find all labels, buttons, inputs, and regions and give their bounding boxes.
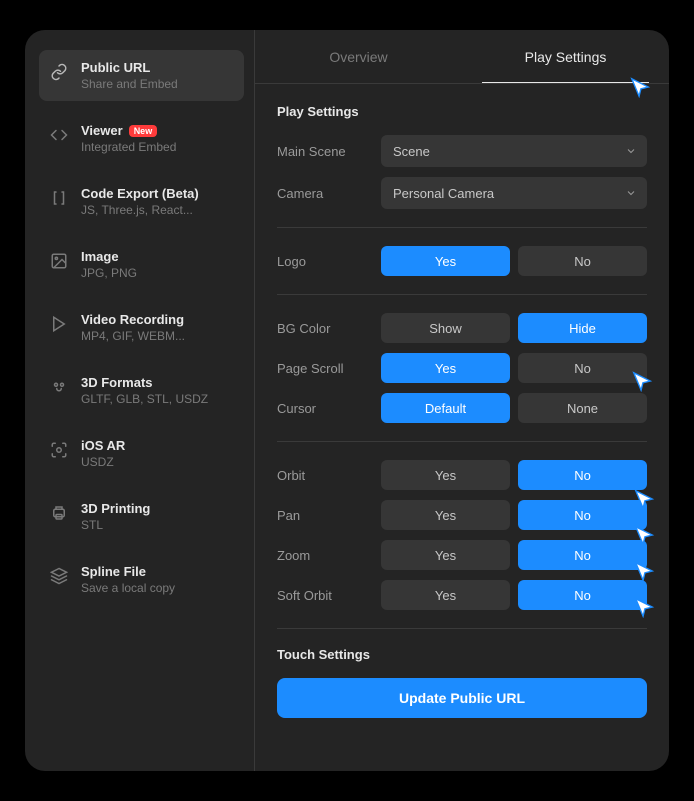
row-bg-color: BG Color Show Hide xyxy=(277,313,647,343)
row-zoom: Zoom Yes No xyxy=(277,540,647,570)
section-title-play-settings: Play Settings xyxy=(277,104,647,119)
toggle-pan: Yes No xyxy=(381,500,647,530)
divider xyxy=(277,441,647,442)
row-logo: Logo Yes No xyxy=(277,246,647,276)
toggle-zoom: Yes No xyxy=(381,540,647,570)
sidebar-item-label: 3D Formats xyxy=(81,375,208,390)
sidebar-item-label: Code Export (Beta) xyxy=(81,186,199,201)
tab-overview[interactable]: Overview xyxy=(255,30,462,83)
printer-icon xyxy=(49,503,69,523)
label-camera: Camera xyxy=(277,186,381,201)
toggle-orbit-no[interactable]: No xyxy=(518,460,647,490)
main-panel: Overview Play Settings Play Settings Mai… xyxy=(255,30,669,771)
chevron-down-icon xyxy=(625,187,637,199)
toggle-soft-orbit-no[interactable]: No xyxy=(518,580,647,610)
row-page-scroll: Page Scroll Yes No xyxy=(277,353,647,383)
sidebar-item-code-export[interactable]: Code Export (Beta) JS, Three.js, React..… xyxy=(39,176,244,227)
tabs: Overview Play Settings xyxy=(255,30,669,84)
toggle-pan-no[interactable]: No xyxy=(518,500,647,530)
sidebar-item-label: Spline File xyxy=(81,564,175,579)
toggle-scroll-yes[interactable]: Yes xyxy=(381,353,510,383)
sidebar-item-label: Video Recording xyxy=(81,312,185,327)
divider xyxy=(277,227,647,228)
toggle-logo-no[interactable]: No xyxy=(518,246,647,276)
3d-icon xyxy=(49,377,69,397)
sidebar-item-label: Image xyxy=(81,249,137,264)
toggle-logo-yes[interactable]: Yes xyxy=(381,246,510,276)
toggle-zoom-no[interactable]: No xyxy=(518,540,647,570)
row-soft-orbit: Soft Orbit Yes No xyxy=(277,580,647,610)
toggle-cursor-default[interactable]: Default xyxy=(381,393,510,423)
label-orbit: Orbit xyxy=(277,468,381,483)
label-cursor: Cursor xyxy=(277,401,381,416)
sidebar-item-ios-ar[interactable]: iOS AR USDZ xyxy=(39,428,244,479)
label-pan: Pan xyxy=(277,508,381,523)
section-title-touch-settings: Touch Settings xyxy=(277,647,647,662)
ar-icon xyxy=(49,440,69,460)
sidebar-item-viewer[interactable]: Viewer New Integrated Embed xyxy=(39,113,244,164)
toggle-orbit: Yes No xyxy=(381,460,647,490)
toggle-cursor: Default None xyxy=(381,393,647,423)
label-soft-orbit: Soft Orbit xyxy=(277,588,381,603)
toggle-zoom-yes[interactable]: Yes xyxy=(381,540,510,570)
sidebar-item-3d-formats[interactable]: 3D Formats GLTF, GLB, STL, USDZ xyxy=(39,365,244,416)
sidebar-item-label: iOS AR xyxy=(81,438,125,453)
row-main-scene: Main Scene Scene xyxy=(277,135,647,167)
chevron-down-icon xyxy=(625,145,637,157)
brackets-icon xyxy=(49,188,69,208)
sidebar-item-spline-file[interactable]: Spline File Save a local copy xyxy=(39,554,244,605)
row-cursor: Cursor Default None xyxy=(277,393,647,423)
toggle-pan-yes[interactable]: Yes xyxy=(381,500,510,530)
link-icon xyxy=(49,62,69,82)
select-camera[interactable]: Personal Camera xyxy=(381,177,647,209)
divider xyxy=(277,294,647,295)
row-orbit: Orbit Yes No xyxy=(277,460,647,490)
toggle-logo: Yes No xyxy=(381,246,647,276)
sidebar: Public URL Share and Embed Viewer New In… xyxy=(25,30,255,771)
row-camera: Camera Personal Camera xyxy=(277,177,647,209)
update-public-url-button[interactable]: Update Public URL xyxy=(277,678,647,718)
image-icon xyxy=(49,251,69,271)
content: Play Settings Main Scene Scene Camera Pe… xyxy=(255,84,669,771)
row-pan: Pan Yes No xyxy=(277,500,647,530)
tab-play-settings[interactable]: Play Settings xyxy=(462,30,669,83)
select-main-scene[interactable]: Scene xyxy=(381,135,647,167)
label-logo: Logo xyxy=(277,254,381,269)
sidebar-item-image[interactable]: Image JPG, PNG xyxy=(39,239,244,290)
toggle-cursor-none[interactable]: None xyxy=(518,393,647,423)
label-main-scene: Main Scene xyxy=(277,144,381,159)
toggle-orbit-yes[interactable]: Yes xyxy=(381,460,510,490)
sidebar-item-sub: Share and Embed xyxy=(81,77,178,91)
code-icon xyxy=(49,125,69,145)
label-page-scroll: Page Scroll xyxy=(277,361,381,376)
cube-icon xyxy=(49,566,69,586)
sidebar-item-sub: JS, Three.js, React... xyxy=(81,203,199,217)
sidebar-item-label: Public URL xyxy=(81,60,178,75)
sidebar-item-sub: JPG, PNG xyxy=(81,266,137,280)
toggle-bg-color: Show Hide xyxy=(381,313,647,343)
sidebar-item-sub: GLTF, GLB, STL, USDZ xyxy=(81,392,208,406)
toggle-bg-show[interactable]: Show xyxy=(381,313,510,343)
sidebar-item-sub: Save a local copy xyxy=(81,581,175,595)
sidebar-item-video[interactable]: Video Recording MP4, GIF, WEBM... xyxy=(39,302,244,353)
divider xyxy=(277,628,647,629)
toggle-bg-hide[interactable]: Hide xyxy=(518,313,647,343)
label-zoom: Zoom xyxy=(277,548,381,563)
play-icon xyxy=(49,314,69,334)
toggle-page-scroll: Yes No xyxy=(381,353,647,383)
sidebar-item-sub: STL xyxy=(81,518,150,532)
sidebar-item-sub: Integrated Embed xyxy=(81,140,176,154)
sidebar-item-sub: USDZ xyxy=(81,455,125,469)
sidebar-item-label: 3D Printing xyxy=(81,501,150,516)
toggle-scroll-no[interactable]: No xyxy=(518,353,647,383)
new-badge: New xyxy=(129,125,158,137)
sidebar-item-label: Viewer New xyxy=(81,123,176,138)
sidebar-item-sub: MP4, GIF, WEBM... xyxy=(81,329,185,343)
sidebar-item-public-url[interactable]: Public URL Share and Embed xyxy=(39,50,244,101)
toggle-soft-orbit: Yes No xyxy=(381,580,647,610)
toggle-soft-orbit-yes[interactable]: Yes xyxy=(381,580,510,610)
label-bg-color: BG Color xyxy=(277,321,381,336)
sidebar-item-3d-printing[interactable]: 3D Printing STL xyxy=(39,491,244,542)
